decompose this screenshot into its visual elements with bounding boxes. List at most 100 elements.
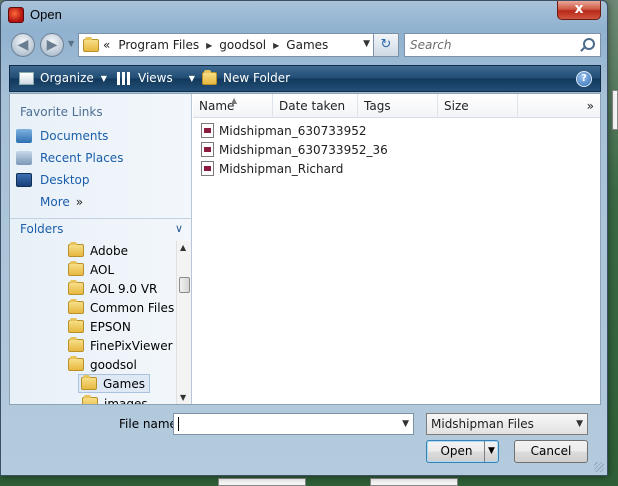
- more-columns-chevron[interactable]: »: [587, 94, 594, 118]
- folder-icon: [68, 261, 84, 276]
- browser-content: Favorite Links Documents Recent Places D…: [9, 93, 601, 405]
- organize-button[interactable]: Organize ▼: [19, 71, 107, 85]
- tree-item-aol[interactable]: AOL: [68, 260, 114, 279]
- file-name-label: File name:: [119, 417, 181, 431]
- background-card: [218, 478, 306, 486]
- breadcrumb-overflow[interactable]: «: [103, 38, 110, 52]
- background-card: [370, 478, 458, 486]
- back-button[interactable]: ◀: [11, 33, 35, 57]
- favorite-more-label: More: [40, 195, 70, 209]
- chevron-down-icon[interactable]: ▼: [363, 39, 370, 49]
- folder-icon: [68, 356, 84, 371]
- chevron-down-icon: ▼: [188, 73, 195, 83]
- cancel-button[interactable]: Cancel: [514, 440, 588, 463]
- refresh-button[interactable]: ↻: [373, 33, 399, 57]
- tree-item-adobe[interactable]: Adobe: [68, 241, 128, 260]
- chevron-right-icon: »: [75, 195, 84, 209]
- folder-icon: [82, 395, 98, 404]
- chevron-down-icon: ▼: [100, 73, 107, 83]
- open-options-dropdown[interactable]: ▼: [484, 441, 498, 462]
- file-item[interactable]: Midshipman_630733952: [201, 121, 366, 140]
- column-name-label: Name: [199, 99, 235, 113]
- resize-grip[interactable]: [594, 462, 604, 472]
- favorite-recent-places-label: Recent Places: [40, 151, 124, 165]
- forward-button[interactable]: ▶: [40, 33, 64, 57]
- tree-item-common-files[interactable]: Common Files: [68, 298, 174, 317]
- tree-item-finepixviewer[interactable]: FinePixViewer: [68, 336, 173, 355]
- favorite-desktop[interactable]: Desktop: [16, 173, 90, 187]
- favorite-documents[interactable]: Documents: [16, 129, 108, 143]
- column-date-taken[interactable]: Date taken: [273, 94, 358, 118]
- tree-item-label: EPSON: [90, 319, 131, 334]
- navigation-pane: Favorite Links Documents Recent Places D…: [10, 94, 192, 404]
- app-icon: [8, 7, 24, 23]
- open-dialog: Open x ◀ ▶ ▼ « Program Files ▶ goodsol ▶…: [0, 0, 608, 476]
- open-button-label: Open: [440, 444, 473, 458]
- folder-icon: [68, 242, 84, 257]
- new-folder-label: New Folder: [223, 71, 291, 85]
- close-button[interactable]: x: [557, 1, 601, 20]
- breadcrumb-program-files[interactable]: Program Files: [118, 38, 199, 52]
- tree-item-label: goodsol: [90, 357, 137, 372]
- column-name[interactable]: Name ▲: [193, 94, 273, 118]
- scroll-thumb[interactable]: [179, 277, 190, 293]
- window-title: Open: [30, 7, 62, 22]
- favorite-desktop-label: Desktop: [40, 173, 90, 187]
- breadcrumb-games[interactable]: Games: [286, 38, 328, 52]
- address-row: ◀ ▶ ▼ « Program Files ▶ goodsol ▶ Games …: [9, 31, 601, 59]
- column-tags[interactable]: Tags: [358, 94, 438, 118]
- chevron-down-icon[interactable]: ∨: [175, 222, 183, 235]
- file-type-value: Midshipman Files: [431, 417, 534, 431]
- tree-item-label: images: [104, 396, 148, 405]
- breadcrumb-separator-icon[interactable]: ▶: [206, 41, 212, 50]
- scroll-down-icon[interactable]: ▼: [180, 393, 186, 402]
- favorite-more[interactable]: More »: [40, 195, 83, 209]
- file-item[interactable]: Midshipman_630733952_36: [201, 140, 388, 159]
- favorite-links-header: Favorite Links: [20, 105, 103, 119]
- tree-item-label: Common Files: [90, 300, 175, 315]
- chevron-down-icon: ▼: [576, 419, 583, 429]
- help-icon[interactable]: ?: [576, 71, 592, 87]
- file-type-select[interactable]: Midshipman Files ▼: [426, 413, 588, 435]
- folder-icon: [83, 36, 99, 52]
- tree-item-goodsol[interactable]: goodsol: [68, 355, 137, 374]
- open-button[interactable]: Open ▼: [426, 440, 499, 463]
- favorite-documents-label: Documents: [40, 129, 109, 143]
- tree-item-label: FinePixViewer: [90, 338, 173, 353]
- tree-item-label: Adobe: [90, 243, 128, 258]
- search-input[interactable]: Search: [404, 33, 601, 57]
- desktop-icon: [16, 173, 32, 187]
- tree-item-images[interactable]: images: [82, 394, 148, 404]
- tree-item-label: AOL 9.0 VR: [90, 281, 158, 296]
- column-size[interactable]: Size: [438, 94, 518, 118]
- file-icon: [201, 123, 214, 138]
- sort-up-icon: ▲: [231, 96, 238, 105]
- scroll-up-icon[interactable]: ▲: [180, 243, 186, 252]
- tree-item-epson[interactable]: EPSON: [68, 317, 131, 336]
- favorite-recent-places[interactable]: Recent Places: [16, 151, 123, 165]
- folder-icon: [81, 375, 97, 390]
- background-card: [612, 90, 618, 130]
- folders-header[interactable]: Folders ∨: [10, 218, 191, 240]
- recent-places-icon: [16, 151, 32, 165]
- column-headers: Name ▲ Date taken Tags Size »: [193, 94, 600, 118]
- recent-pages-dropdown[interactable]: ▼: [68, 39, 74, 48]
- breadcrumb-goodsol[interactable]: goodsol: [219, 38, 266, 52]
- organize-icon: [19, 71, 34, 85]
- address-bar[interactable]: « Program Files ▶ goodsol ▶ Games ▼: [78, 33, 375, 57]
- search-icon[interactable]: [583, 38, 595, 50]
- folder-icon: [68, 299, 84, 314]
- file-item[interactable]: Midshipman_Richard: [201, 159, 343, 178]
- views-icon: [117, 71, 132, 85]
- text-cursor: [178, 417, 179, 431]
- tree-scrollbar[interactable]: ▲ ▼: [176, 241, 191, 404]
- file-name-input[interactable]: ▼: [173, 413, 414, 435]
- tree-item-games[interactable]: Games: [78, 374, 150, 393]
- chevron-down-icon[interactable]: ▼: [402, 419, 409, 429]
- file-name: Midshipman_630733952_36: [219, 142, 388, 157]
- tree-item-aol-9-vr[interactable]: AOL 9.0 VR: [68, 279, 157, 298]
- new-folder-button[interactable]: New Folder: [202, 69, 291, 85]
- views-button[interactable]: Views ▼: [117, 71, 195, 85]
- breadcrumb-separator-icon[interactable]: ▶: [273, 41, 279, 50]
- tree-item-label: Games: [103, 376, 145, 391]
